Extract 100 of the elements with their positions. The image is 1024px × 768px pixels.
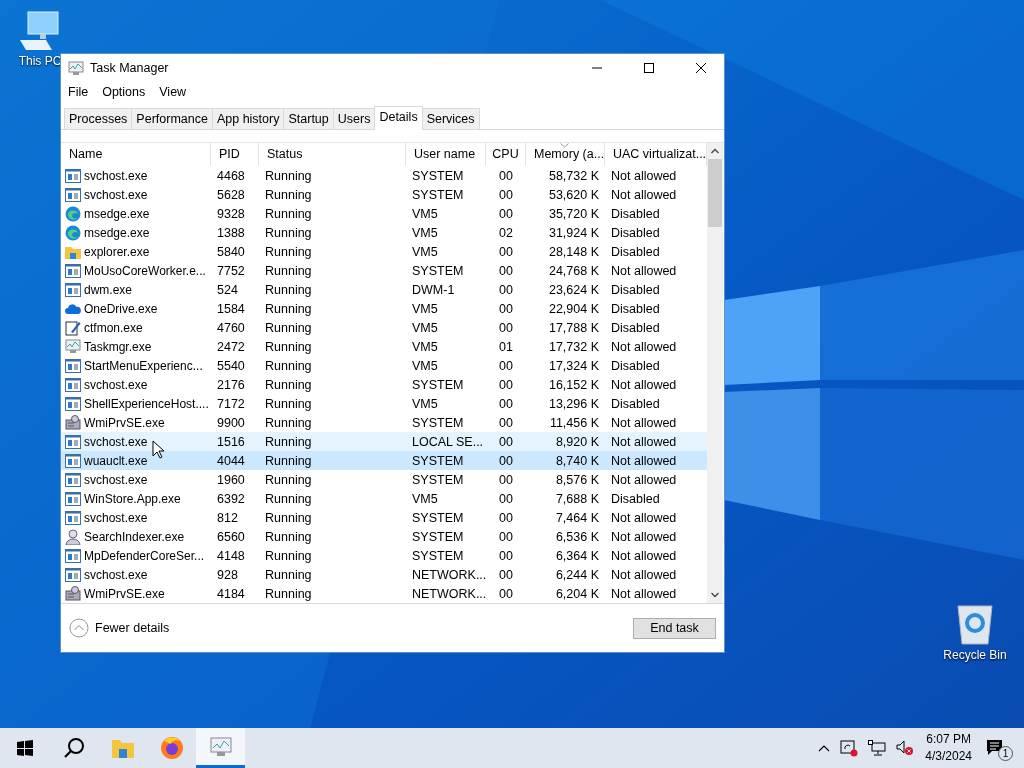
memory-cell-text: 28,148 K xyxy=(547,243,600,261)
end-task-button[interactable]: End task xyxy=(633,617,716,639)
memory-cell-text: 35,720 K xyxy=(547,205,600,223)
status-cell-text: Running xyxy=(264,357,313,375)
process-name: svchost.exe xyxy=(84,168,148,183)
table-row[interactable]: svchost.exe 1960 Running SYSTEM 00 8,576 K Not allowed xyxy=(61,470,707,489)
table-row[interactable]: svchost.exe 4468 Running SYSTEM 00 58,732 K Not allowed xyxy=(61,166,707,185)
user-cell-text: SYSTEM xyxy=(411,471,465,489)
memory-cell-text: 8,576 K xyxy=(554,471,600,489)
user-cell-text: SYSTEM xyxy=(411,509,465,527)
pid-cell-text: 4184 xyxy=(216,585,246,603)
table-row[interactable]: ShellExperienceHost.... 7172 Running VM5 00 13,296 K Disabled xyxy=(61,394,707,413)
pid-cell-text: 2472 xyxy=(216,338,246,356)
tab[interactable]: App history xyxy=(211,108,285,129)
column-header[interactable]: CPU xyxy=(486,143,526,166)
table-row[interactable]: MoUsoCoreWorker.e... 7752 Running SYSTEM 00 24,768 K Not allowed xyxy=(61,261,707,280)
column-header[interactable]: Status xyxy=(259,143,406,166)
table-row[interactable]: svchost.exe 812 Running SYSTEM 00 7,464 K Not allowed xyxy=(61,508,707,527)
memory-cell-text: 13,296 K xyxy=(547,395,600,413)
uac-cell-text: Disabled xyxy=(610,300,661,318)
user-cell-text: NETWORK... xyxy=(411,566,486,584)
clock-time[interactable]: 6:07 PM xyxy=(926,731,971,748)
tab[interactable]: Processes xyxy=(64,108,133,129)
table-row[interactable]: SearchIndexer.exe 6560 Running SYSTEM 00 6,536 K Not allowed xyxy=(61,527,707,546)
desktop-icon-label[interactable]: This PC xyxy=(18,54,62,68)
tab[interactable]: Users xyxy=(332,108,376,129)
user-cell-text: SYSTEM xyxy=(411,262,465,280)
process-name: MpDefenderCoreSer... xyxy=(84,548,205,563)
process-name: svchost.exe xyxy=(84,377,148,392)
uac-cell-text: Not allowed xyxy=(610,509,678,527)
cpu-cell-text: 00 xyxy=(498,433,514,451)
table-row[interactable]: ctfmon.exe 4760 Running VM5 00 17,788 K Disabled xyxy=(61,318,707,337)
notification-count: 1 xyxy=(998,746,1013,761)
table-row[interactable]: Taskmgr.exe 2472 Running VM5 01 17,732 K Not allowed xyxy=(61,337,707,356)
table-row[interactable]: WmiPrvSE.exe 9900 Running SYSTEM 00 11,456 K Not allowed xyxy=(61,413,707,432)
pid-cell-text: 4468 xyxy=(216,167,246,185)
status-cell-text: Running xyxy=(264,452,313,470)
memory-cell-text: 17,732 K xyxy=(547,338,600,356)
table-row[interactable]: msedge.exe 1388 Running VM5 02 31,924 K Disabled xyxy=(61,223,707,242)
cpu-cell-text: 00 xyxy=(498,395,514,413)
table-row[interactable]: OneDrive.exe 1584 Running VM5 00 22,904 K Disabled xyxy=(61,299,707,318)
process-name: svchost.exe xyxy=(84,434,148,449)
cpu-cell-text: 00 xyxy=(498,262,514,280)
process-name: explorer.exe xyxy=(84,244,150,259)
user-cell-text: SYSTEM xyxy=(411,547,465,565)
uac-cell-text: Not allowed xyxy=(610,547,678,565)
user-cell-text: VM5 xyxy=(411,224,439,242)
status-cell-text: Running xyxy=(264,471,313,489)
table-row[interactable]: StartMenuExperienc... 5540 Running VM5 00 17,324 K Disabled xyxy=(61,356,707,375)
desktop-icon-label[interactable]: Recycle Bin xyxy=(943,648,1007,662)
memory-cell-text: 22,904 K xyxy=(547,300,600,318)
clock-date[interactable]: 4/3/2024 xyxy=(925,748,972,765)
status-cell-text: Running xyxy=(264,376,313,394)
uac-cell-text: Disabled xyxy=(610,395,661,413)
cpu-cell-text: 00 xyxy=(498,205,514,223)
table-row[interactable]: svchost.exe 5628 Running SYSTEM 00 53,620 K Not allowed xyxy=(61,185,707,204)
uac-cell-text: Not allowed xyxy=(610,414,678,432)
menu-item[interactable]: View xyxy=(159,85,187,99)
menu-item[interactable]: Options xyxy=(102,85,146,99)
memory-cell-text: 7,688 K xyxy=(554,490,600,508)
table-row[interactable]: svchost.exe 2176 Running SYSTEM 00 16,152 K Not allowed xyxy=(61,375,707,394)
pid-cell-text: 1516 xyxy=(216,433,246,451)
cpu-cell-text: 00 xyxy=(498,490,514,508)
table-row[interactable]: msedge.exe 9328 Running VM5 00 35,720 K Disabled xyxy=(61,204,707,223)
pid-cell-text: 1388 xyxy=(216,224,246,242)
table-row[interactable]: svchost.exe 928 Running NETWORK... 00 6,244 K Not allowed xyxy=(61,565,707,584)
table-row[interactable]: wuauclt.exe 4044 Running SYSTEM 00 8,740 K Not allowed xyxy=(61,451,707,470)
user-cell-text: VM5 xyxy=(411,338,439,356)
table-row[interactable]: MpDefenderCoreSer... 4148 Running SYSTEM 00 6,364 K Not allowed xyxy=(61,546,707,565)
memory-cell-text: 8,740 K xyxy=(554,452,600,470)
pid-cell-text: 5628 xyxy=(216,186,246,204)
table-row[interactable]: explorer.exe 5840 Running VM5 00 28,148 K Disabled xyxy=(61,242,707,261)
table-row[interactable]: svchost.exe 1516 Running LOCAL SE... 00 8,920 K Not allowed xyxy=(61,432,707,451)
table-row[interactable]: WinStore.App.exe 6392 Running VM5 00 7,688 K Disabled xyxy=(61,489,707,508)
tab[interactable]: Services xyxy=(421,108,480,129)
table-row[interactable]: dwm.exe 524 Running DWM-1 00 23,624 K Disabled xyxy=(61,280,707,299)
user-cell-text: SYSTEM xyxy=(411,186,465,204)
column-header[interactable]: Memory (a... xyxy=(526,143,605,166)
process-name: svchost.exe xyxy=(84,567,148,582)
pid-cell-text: 6392 xyxy=(216,490,246,508)
pid-cell-text: 928 xyxy=(216,566,239,584)
column-header[interactable]: PID xyxy=(211,143,259,166)
status-cell-text: Running xyxy=(264,490,313,508)
table-row[interactable]: WmiPrvSE.exe 4184 Running NETWORK... 00 6,204 K Not allowed xyxy=(61,584,707,603)
process-name: msedge.exe xyxy=(84,206,150,221)
tab[interactable]: Startup xyxy=(283,108,334,129)
status-cell-text: Running xyxy=(264,262,313,280)
user-cell-text: VM5 xyxy=(411,300,439,318)
cpu-cell-text: 00 xyxy=(498,585,514,603)
tab[interactable]: Performance xyxy=(131,108,213,129)
uac-cell-text: Not allowed xyxy=(610,433,678,451)
cpu-cell-text: 00 xyxy=(498,357,514,375)
uac-cell-text: Not allowed xyxy=(610,585,678,603)
column-header[interactable]: User name xyxy=(406,143,486,166)
process-name: msedge.exe xyxy=(84,225,150,240)
tab[interactable]: Details xyxy=(374,106,423,130)
column-header[interactable]: Name xyxy=(61,143,211,166)
notification-button[interactable]: 1 xyxy=(986,733,1014,763)
menu-item[interactable]: File xyxy=(68,85,89,99)
fewer-details-button[interactable]: Fewer details xyxy=(69,618,170,638)
